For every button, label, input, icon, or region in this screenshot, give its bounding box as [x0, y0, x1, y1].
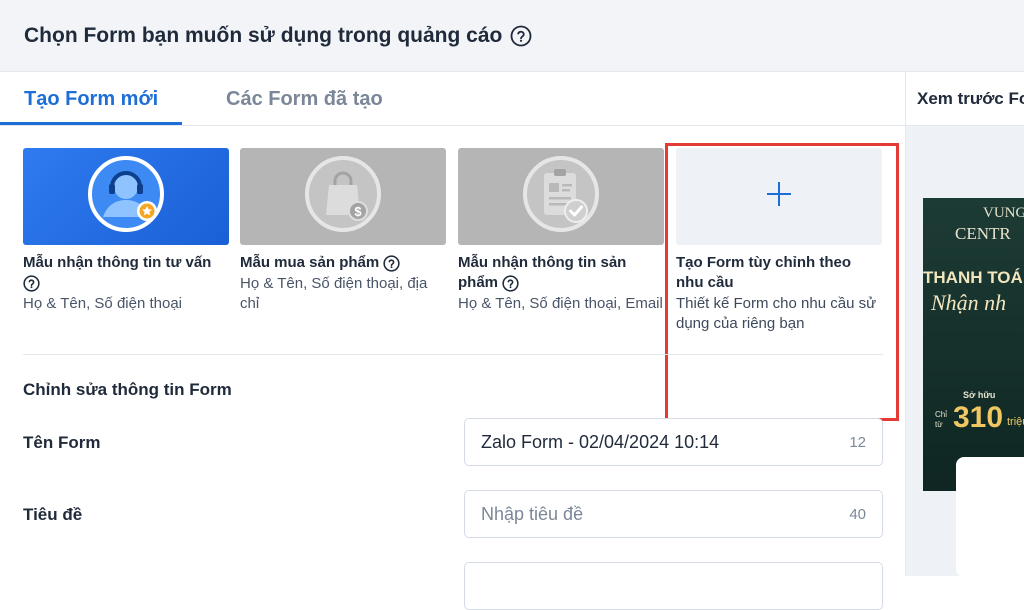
- product-document-icon: [518, 151, 604, 242]
- page-title: Chọn Form bạn muốn sử dụng trong quảng c…: [24, 23, 503, 47]
- divider: [23, 354, 883, 355]
- template-image: $: [240, 148, 446, 245]
- form-name-label: Tên Form: [23, 433, 101, 452]
- preview-heading: Xem trước Fo: [917, 88, 1024, 108]
- form-title-label: Tiêu đề: [23, 505, 83, 524]
- form-name-value: Zalo Form - 02/04/2024 10:14: [481, 432, 720, 452]
- banner-text: VUNG: [983, 205, 1024, 221]
- edit-section-title: Chỉnh sửa thông tin Form: [23, 380, 232, 399]
- banner-text: Chỉ từ: [935, 410, 948, 429]
- consultant-headset-icon: [83, 151, 169, 242]
- preview-panel: Xem trước Fo VUNG CENTR THANH TOÁ Nhận n…: [905, 72, 1024, 577]
- template-card-product-info[interactable]: Mẫu nhận thông tin sản phẩm Họ & Tên, Số…: [458, 148, 664, 314]
- tab-created-forms[interactable]: Các Form đã tạo: [226, 72, 383, 126]
- active-tab-indicator: [0, 122, 182, 125]
- form-title-placeholder: Nhập tiêu đề: [481, 504, 584, 524]
- form-builder-panel: Tạo Form mới Các Form đã tạo Mẫu nhận th…: [0, 72, 905, 610]
- help-icon[interactable]: [23, 274, 40, 292]
- tab-bar: Tạo Form mới Các Form đã tạo: [0, 72, 905, 126]
- banner-text: triệu: [1007, 416, 1024, 428]
- char-counter: 40: [849, 506, 866, 523]
- preview-header: Xem trước Fo: [906, 72, 1024, 126]
- preview-form-card: [956, 457, 1024, 577]
- template-fields: Họ & Tên, Số điện thoại: [23, 295, 182, 312]
- tab-new-form[interactable]: Tạo Form mới: [24, 72, 158, 126]
- banner-price: 310: [953, 401, 1004, 434]
- help-icon[interactable]: [502, 274, 519, 292]
- banner-text: Sở hữu: [963, 390, 996, 400]
- form-title-input[interactable]: Nhập tiêu đề 40: [464, 490, 883, 538]
- help-icon[interactable]: [383, 254, 400, 272]
- form-name-input[interactable]: Zalo Form - 02/04/2024 10:14 12: [464, 418, 883, 466]
- banner-text: CENTR: [955, 224, 1011, 243]
- svg-text:$: $: [354, 204, 362, 219]
- help-icon[interactable]: [510, 25, 532, 47]
- template-image: [23, 148, 229, 245]
- template-fields: Họ & Tên, Số điện thoại, Email: [458, 295, 663, 312]
- page-header: Chọn Form bạn muốn sử dụng trong quảng c…: [0, 0, 1024, 72]
- template-card-consultation[interactable]: Mẫu nhận thông tin tư vấn Họ & Tên, Số đ…: [23, 148, 229, 314]
- banner-text: Nhận nh: [931, 290, 1007, 315]
- next-field-input[interactable]: [464, 562, 883, 610]
- template-fields: Họ & Tên, Số điện thoại, địa chỉ: [240, 275, 428, 312]
- template-title: Mẫu mua sản phẩm: [240, 254, 380, 271]
- shopping-bag-icon: $: [300, 151, 386, 242]
- template-title: Mẫu nhận thông tin tư vấn: [23, 254, 212, 271]
- char-counter: 12: [849, 434, 866, 451]
- selection-highlight: [665, 143, 899, 421]
- template-image: [458, 148, 664, 245]
- template-title: Mẫu nhận thông tin sản phẩm: [458, 254, 627, 291]
- banner-text: THANH TOÁ: [923, 268, 1023, 287]
- template-card-purchase[interactable]: $ Mẫu mua sản phẩm Họ & Tên, Số điện tho…: [240, 148, 446, 314]
- preview-ad-banner: VUNG CENTR THANH TOÁ Nhận nh Sở hữu Chỉ …: [923, 198, 1024, 491]
